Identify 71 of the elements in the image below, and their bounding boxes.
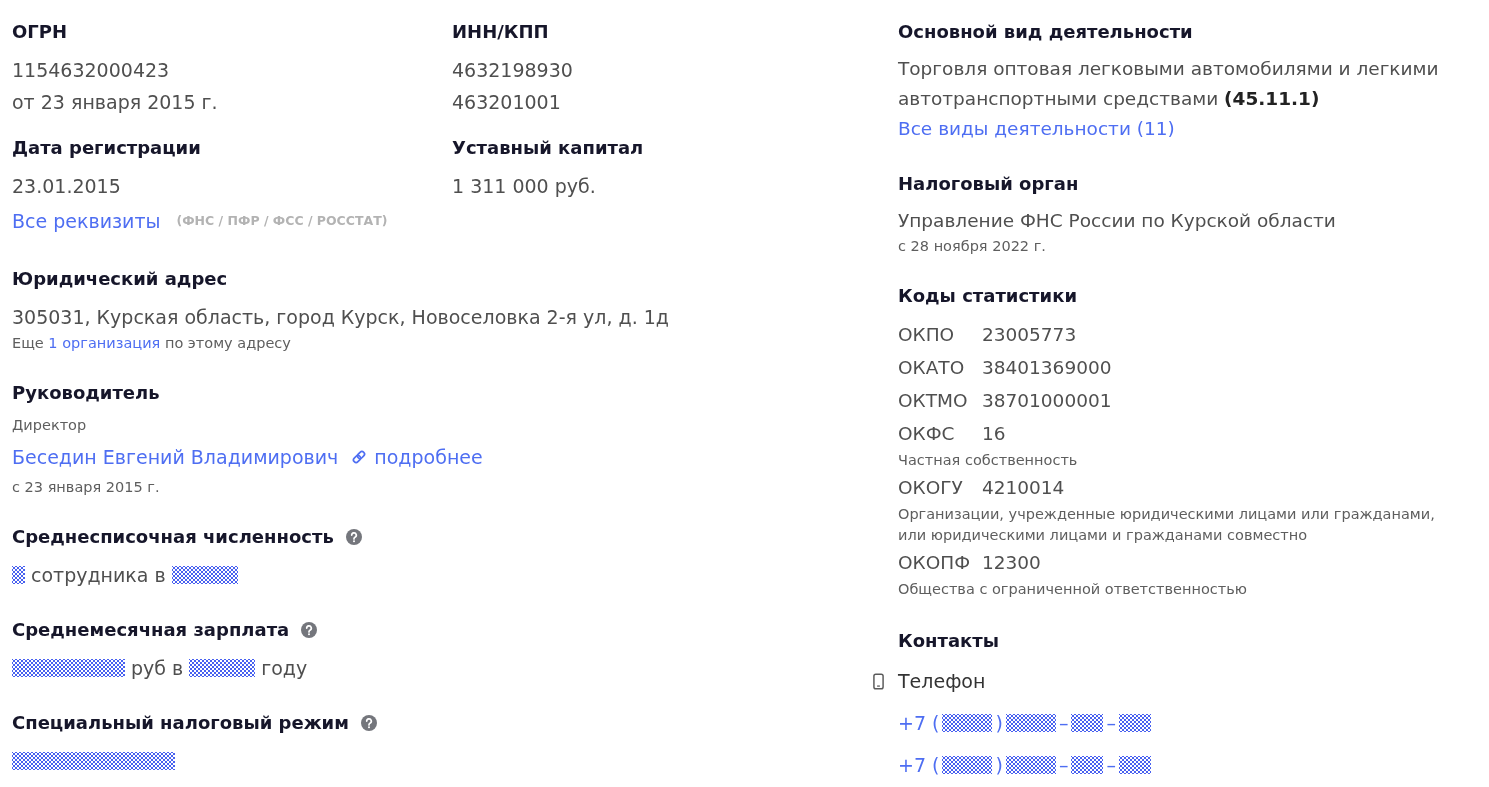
dotted-mask-icon — [12, 566, 25, 584]
section-title: Основной вид деятельности — [898, 20, 1194, 44]
tax-authority-name: Управление ФНС России по Курской области — [898, 209, 1337, 233]
code-value: 38401369000 — [982, 356, 1112, 380]
help-icon[interactable] — [345, 529, 362, 545]
field-label: ОГРН — [12, 20, 69, 44]
code-name: ОКАТО — [898, 356, 966, 380]
same-address-note: Еще 1 организация по этому адресу — [12, 334, 292, 353]
field-value: 4632198930 — [452, 58, 574, 83]
code-value: 38701000001 — [982, 389, 1112, 413]
phone-number-link[interactable]: +7 ( ) – – — [898, 712, 1151, 734]
link-icon — [352, 450, 367, 464]
dotted-mask-icon — [1118, 714, 1151, 732]
value-text: руб в — [131, 656, 184, 681]
value-text: году — [261, 656, 308, 681]
dotted-mask-icon — [1005, 756, 1056, 774]
dotted-mask-icon — [1118, 756, 1151, 774]
field-label: Дата регистрации — [12, 136, 202, 160]
dotted-mask-icon — [1071, 714, 1104, 732]
section-title: Коды статистики — [898, 284, 1078, 308]
field-value: 463201001 — [452, 90, 562, 115]
help-icon[interactable] — [301, 622, 318, 638]
dotted-mask-icon — [189, 659, 256, 677]
code-name: ОКПО — [898, 323, 956, 347]
field-value: от 23 января 2015 г. — [12, 90, 219, 115]
help-icon[interactable] — [360, 715, 377, 731]
dotted-mask-icon — [1071, 756, 1104, 774]
all-activities-link[interactable]: Все виды деятельности (11) — [898, 118, 1175, 139]
field-label: ИНН/КПП — [452, 20, 550, 44]
field-value: 1154632000423 — [12, 58, 171, 83]
section-title: Руководитель — [12, 381, 161, 405]
all-requisites-link[interactable]: Все реквизиты — [12, 205, 161, 237]
phone-icon — [873, 672, 884, 690]
dotted-mask-icon — [1005, 714, 1056, 732]
section-title: Среднемесячная зарплата — [12, 618, 290, 642]
code-value: 16 — [982, 422, 1006, 446]
code-name: ОКТМО — [898, 389, 969, 413]
field-value: 23.01.2015 — [12, 174, 122, 199]
section-title: Специальный налоговый режим — [12, 711, 349, 735]
director-role: Директор — [12, 416, 88, 435]
section-title: Налоговый орган — [898, 172, 1080, 196]
section-title: Юридический адрес — [12, 267, 229, 291]
director-since: с 23 января 2015 г. — [12, 478, 161, 497]
phone-label: Телефон — [898, 669, 986, 694]
field-value: 1 311 000 руб. — [452, 174, 597, 199]
address-text: 305031, Курская область, город Курск, Новоселовка 2-я ул, д. 1д — [12, 305, 670, 330]
dotted-mask-icon — [942, 756, 993, 774]
code-description: Частная собственность — [898, 451, 1079, 470]
dotted-mask-icon — [942, 714, 993, 732]
code-description: Общества с ограниченной ответственностью — [898, 580, 1248, 599]
section-title: Контакты — [898, 629, 1001, 653]
director-name-link[interactable]: Беседин Евгений Владимирович — [12, 441, 339, 473]
organizations-link[interactable]: 1 организация — [48, 335, 161, 351]
section-title: Среднесписочная численность — [12, 525, 334, 549]
phone-number-link[interactable]: +7 ( ) – – — [898, 754, 1151, 776]
code-value: 12300 — [982, 551, 1041, 575]
dotted-mask-icon — [12, 659, 125, 677]
activity-description: Торговля оптовая легковыми автомобилями и легкими автотранспортными средствами (45.11.1) — [898, 57, 1440, 111]
code-name: ОКОГУ — [898, 476, 964, 500]
details-link[interactable]: подробнее — [352, 441, 483, 473]
sources-note: (ФНС / ПФР / ФСС / РОССТАТ) — [176, 212, 388, 230]
field-label: Уставный капитал — [452, 136, 645, 160]
code-value: 4210014 — [982, 476, 1065, 500]
code-name: ОКОПФ — [898, 551, 972, 575]
code-description: Организации, учрежденные юридическими лицами или гражданами, или юридическими лицами и гражданами совместно — [898, 505, 1436, 545]
dotted-mask-icon — [12, 752, 175, 770]
code-value: 23005773 — [982, 323, 1077, 347]
tax-authority-since: с 28 ноября 2022 г. — [898, 237, 1047, 256]
dotted-mask-icon — [171, 566, 238, 584]
code-name: ОКФС — [898, 422, 956, 446]
value-text: сотрудника в — [31, 563, 166, 588]
